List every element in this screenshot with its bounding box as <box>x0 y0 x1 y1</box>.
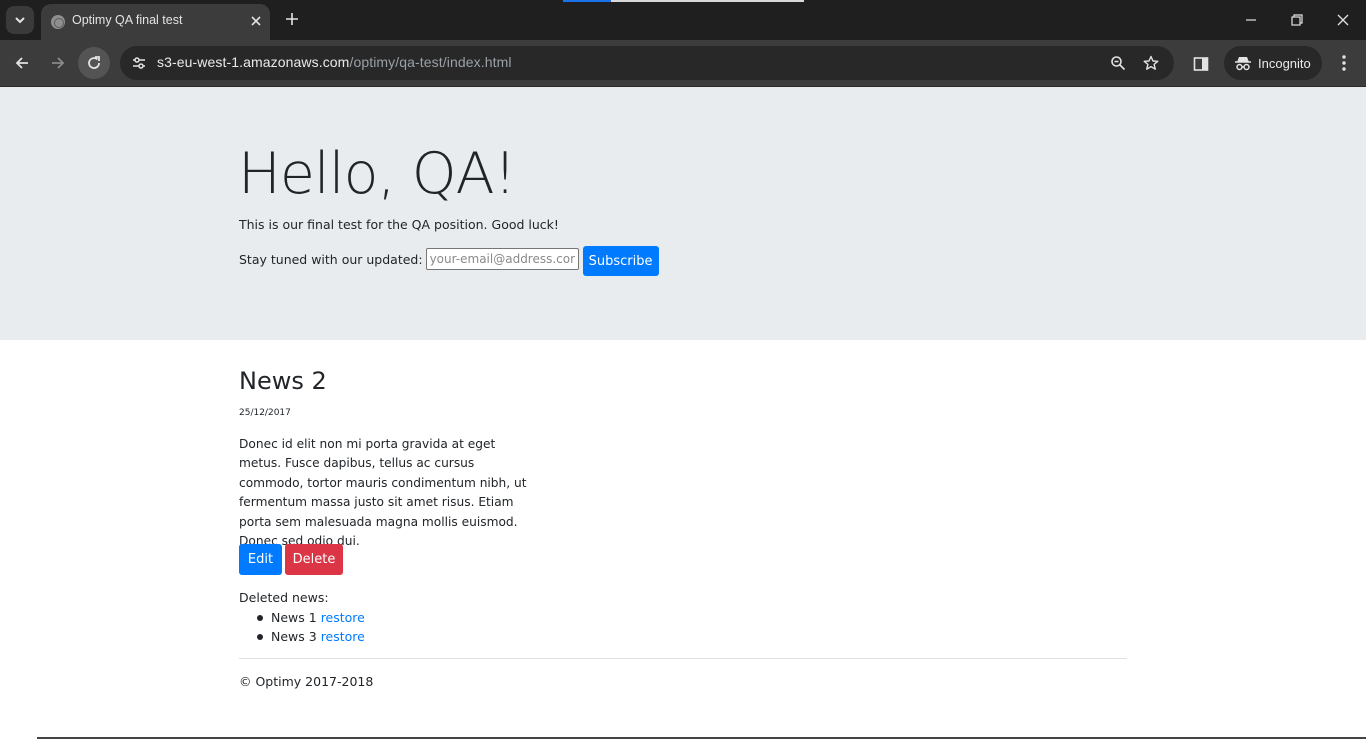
deleted-news-name: News 3 <box>271 629 317 644</box>
taskbar-edge <box>37 737 1366 739</box>
plus-icon <box>286 13 298 25</box>
minimize-icon <box>1246 19 1256 21</box>
tab-title: Optimy QA final test <box>72 13 183 27</box>
new-tab-button[interactable] <box>281 8 303 30</box>
forward-button[interactable] <box>42 47 74 79</box>
url-host: s3-eu-west-1.amazonaws.com <box>157 54 350 70</box>
email-input[interactable] <box>425 248 579 270</box>
incognito-indicator[interactable]: Incognito <box>1224 46 1322 80</box>
zoom-button[interactable] <box>1106 51 1130 75</box>
deleted-news-list: News 1 restore News 3 restore <box>255 608 365 646</box>
active-tab[interactable]: Optimy QA final test <box>41 4 270 40</box>
list-item: News 3 restore <box>255 627 365 646</box>
reload-button[interactable] <box>78 47 110 79</box>
url-path: /optimy/qa-test/index.html <box>349 54 512 70</box>
edit-button[interactable]: Edit <box>239 544 282 575</box>
restore-window-button[interactable] <box>1283 6 1311 34</box>
globe-icon <box>51 15 65 29</box>
news-body: Donec id elit non mi porta gravida at eg… <box>239 437 527 549</box>
restore-icon <box>1291 14 1303 26</box>
browser-menu-button[interactable] <box>1332 49 1356 77</box>
minimize-button[interactable] <box>1237 6 1265 34</box>
url-text: s3-eu-west-1.amazonaws.com/optimy/qa-tes… <box>157 54 512 70</box>
copyright: © Optimy 2017-2018 <box>239 674 374 689</box>
deleted-news-label: Deleted news: <box>239 590 329 605</box>
restore-link[interactable]: restore <box>321 629 365 644</box>
lead-text: This is our final test for the QA positi… <box>239 217 559 232</box>
arrow-left-icon <box>15 57 28 69</box>
list-item: News 1 restore <box>255 608 365 627</box>
loading-indicator <box>563 0 804 2</box>
address-bar[interactable]: s3-eu-west-1.amazonaws.com/optimy/qa-tes… <box>120 46 1174 80</box>
page-content: Hello, QA! This is our final test for th… <box>0 87 1366 742</box>
close-window-button[interactable] <box>1329 6 1357 34</box>
tab-search-button[interactable] <box>6 6 34 34</box>
news-title: News 2 <box>239 367 327 395</box>
site-info-button[interactable] <box>126 50 152 76</box>
close-tab-button[interactable] <box>247 12 265 30</box>
divider <box>239 658 1127 659</box>
side-panel-button[interactable] <box>1188 51 1214 77</box>
reload-icon <box>88 56 100 69</box>
close-icon <box>1337 14 1349 26</box>
subscribe-button[interactable]: Subscribe <box>582 246 659 276</box>
delete-button[interactable]: Delete <box>285 544 343 575</box>
page-title: Hello, QA! <box>238 141 516 207</box>
close-icon <box>251 16 261 26</box>
subscribe-label: Stay tuned with our updated: <box>239 251 423 267</box>
subscribe-form: Stay tuned with our updated: Subscribe <box>239 246 659 276</box>
more-vert-icon <box>1342 55 1346 71</box>
restore-link[interactable]: restore <box>321 610 365 625</box>
browser-toolbar: s3-eu-west-1.amazonaws.com/optimy/qa-tes… <box>0 40 1366 87</box>
tab-strip: Optimy QA final test <box>0 0 1366 40</box>
chevron-down-icon <box>15 17 25 24</box>
side-panel-icon <box>1193 57 1209 71</box>
jumbotron: Hello, QA! This is our final test for th… <box>0 87 1366 340</box>
deleted-news-name: News 1 <box>271 610 317 625</box>
bookmark-button[interactable] <box>1139 51 1163 75</box>
news-date: 25/12/2017 <box>239 408 291 418</box>
star-icon <box>1143 55 1159 70</box>
zoom-icon <box>1111 56 1126 71</box>
incognito-label: Incognito <box>1258 55 1311 71</box>
arrow-right-icon <box>52 57 65 69</box>
tune-icon <box>133 57 145 69</box>
back-button[interactable] <box>6 47 38 79</box>
incognito-icon <box>1235 57 1251 71</box>
